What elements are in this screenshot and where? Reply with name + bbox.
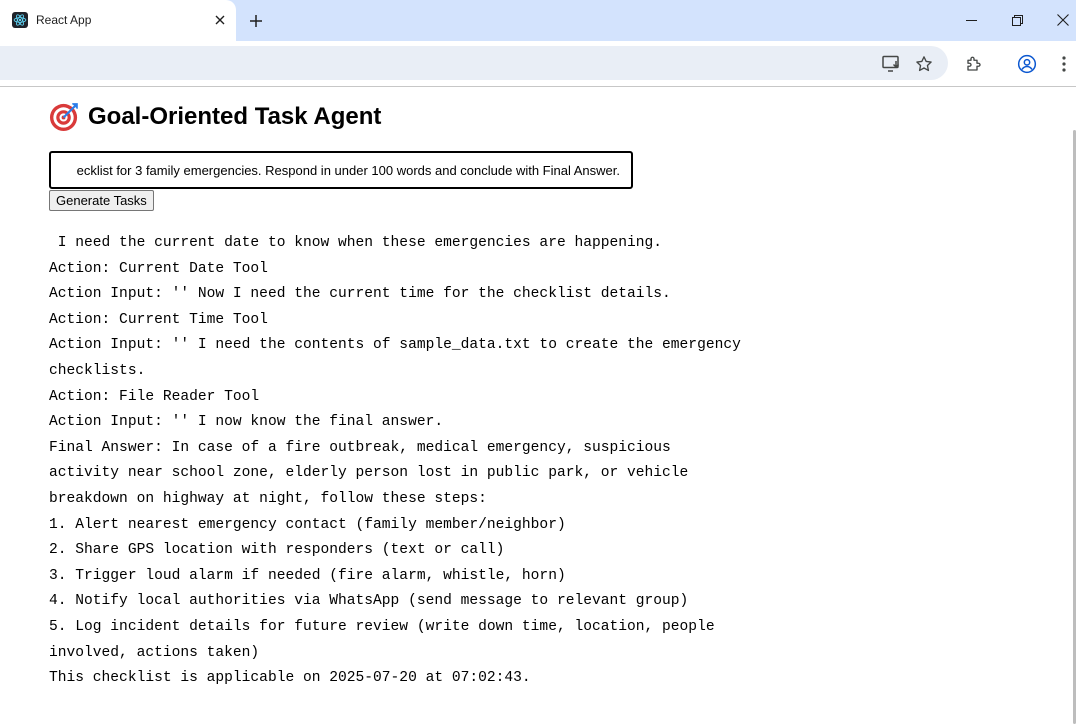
address-bar[interactable] xyxy=(0,46,948,80)
goal-input-value: ecklist for 3 family emergencies. Respon… xyxy=(76,163,620,178)
output-line: Final Answer: In case of a fire outbreak… xyxy=(49,439,671,456)
output-line: Action Input: '' Now I need the current … xyxy=(49,286,671,303)
tab-title: React App xyxy=(36,13,92,27)
window-close-icon[interactable] xyxy=(1050,8,1076,32)
agent-output: I need the current date to know when the… xyxy=(49,231,741,692)
output-line: breakdown on highway at night, follow th… xyxy=(49,490,487,507)
output-line: involved, actions taken) xyxy=(49,644,260,661)
target-icon xyxy=(49,103,78,132)
react-logo-icon xyxy=(12,12,28,28)
restore-icon[interactable] xyxy=(1004,8,1030,32)
goal-input[interactable]: ecklist for 3 family emergencies. Respon… xyxy=(49,151,633,189)
output-line: I need the current date to know when the… xyxy=(49,235,663,251)
output-line: 5. Log incident details for future revie… xyxy=(49,618,715,635)
output-line: 1. Alert nearest emergency contact (fami… xyxy=(49,516,566,533)
tab-strip: React App xyxy=(0,0,1076,41)
output-line: 2. Share GPS location with responders (t… xyxy=(49,542,505,559)
output-line: Action: Current Time Tool xyxy=(49,311,268,328)
close-icon[interactable] xyxy=(211,11,229,29)
page-title: Goal-Oriented Task Agent xyxy=(49,101,381,132)
minimize-icon[interactable] xyxy=(958,8,984,32)
page-title-text: Goal-Oriented Task Agent xyxy=(88,102,382,130)
output-line: 3. Trigger loud alarm if needed (fire al… xyxy=(49,567,566,584)
output-line: Action Input: '' I need the contents of … xyxy=(49,337,741,354)
output-line: checklists. xyxy=(49,362,146,379)
output-line: Action: File Reader Tool xyxy=(49,388,260,405)
puzzle-icon[interactable] xyxy=(962,52,986,76)
output-line: activity near school zone, elderly perso… xyxy=(49,465,689,482)
browser-toolbar xyxy=(0,41,1076,86)
output-line: 4. Notify local authorities via WhatsApp… xyxy=(49,593,689,610)
kebab-menu-icon[interactable] xyxy=(1052,52,1076,76)
plus-icon[interactable] xyxy=(245,10,267,32)
output-line: This checklist is applicable on 2025-07-… xyxy=(49,670,531,687)
output-line: Action Input: '' I now know the final an… xyxy=(49,414,444,431)
generate-tasks-button[interactable]: Generate Tasks xyxy=(49,190,154,211)
output-line: Action: Current Date Tool xyxy=(49,260,268,277)
install-app-icon[interactable] xyxy=(880,52,904,76)
page-viewport: Goal-Oriented Task Agent ecklist for 3 f… xyxy=(0,87,1076,724)
profile-icon[interactable] xyxy=(1015,52,1039,76)
browser-tab[interactable]: React App xyxy=(0,0,236,41)
star-icon[interactable] xyxy=(912,52,936,76)
